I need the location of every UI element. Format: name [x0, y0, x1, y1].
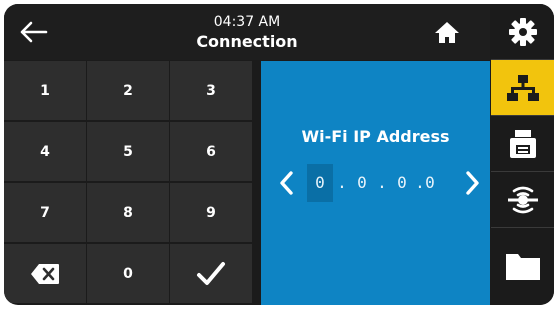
sidebar-item-rfid[interactable]	[491, 172, 554, 227]
gear-icon	[508, 17, 537, 46]
previous-octet-button[interactable]	[269, 164, 305, 202]
clock-time: 04:37 AM	[213, 14, 281, 30]
network-icon	[506, 74, 539, 101]
home-icon	[435, 22, 459, 43]
ip-address-field[interactable]: 0 . 0 . 0 . 0	[307, 164, 443, 202]
ip-octet-2[interactable]: 0	[349, 164, 375, 202]
printer-display: 04:37 AM Connection 1 2 3 4 5 6 7 8 9 0	[4, 4, 554, 305]
ip-separator: .	[337, 173, 347, 192]
ip-address-row: 0 . 0 . 0 . 0	[261, 164, 490, 202]
sidebar-item-storage[interactable]	[491, 228, 554, 305]
wifi-ip-label: Wi-Fi IP Address	[301, 127, 450, 146]
key-5[interactable]: 5	[87, 122, 169, 181]
rfid-icon	[507, 186, 538, 213]
key-0[interactable]: 0	[87, 244, 169, 303]
key-2[interactable]: 2	[87, 61, 169, 120]
checkmark-icon	[197, 261, 225, 285]
sidebar-item-connection[interactable]	[491, 60, 554, 115]
ip-octet-3[interactable]: 0	[389, 164, 415, 202]
key-3[interactable]: 3	[170, 61, 252, 120]
next-octet-button[interactable]	[454, 164, 490, 202]
sidebar-item-settings[interactable]	[491, 4, 554, 59]
ip-octet-4[interactable]: 0	[417, 164, 443, 202]
key-6[interactable]: 6	[170, 122, 252, 181]
sidebar-item-print[interactable]	[491, 116, 554, 171]
chevron-left-icon	[280, 171, 293, 195]
numeric-keypad: 1 2 3 4 5 6 7 8 9 0	[4, 61, 260, 305]
printer-icon	[509, 129, 536, 158]
home-button[interactable]	[430, 18, 464, 46]
key-7[interactable]: 7	[4, 183, 86, 242]
top-bar: 04:37 AM Connection	[4, 4, 490, 60]
backspace-button[interactable]	[4, 244, 86, 303]
ip-separator: .	[377, 173, 387, 192]
ip-octet-1[interactable]: 0	[307, 164, 333, 202]
confirm-button[interactable]	[170, 244, 252, 303]
key-9[interactable]: 9	[170, 183, 252, 242]
folder-icon	[505, 254, 540, 280]
page-title: Connection	[196, 32, 298, 51]
key-4[interactable]: 4	[4, 122, 86, 181]
chevron-right-icon	[466, 171, 479, 195]
key-8[interactable]: 8	[87, 183, 169, 242]
backspace-icon	[31, 263, 59, 284]
menu-sidebar	[491, 4, 554, 305]
ip-entry-panel: Wi-Fi IP Address 0 . 0 . 0 . 0	[261, 61, 490, 305]
key-1[interactable]: 1	[4, 61, 86, 120]
